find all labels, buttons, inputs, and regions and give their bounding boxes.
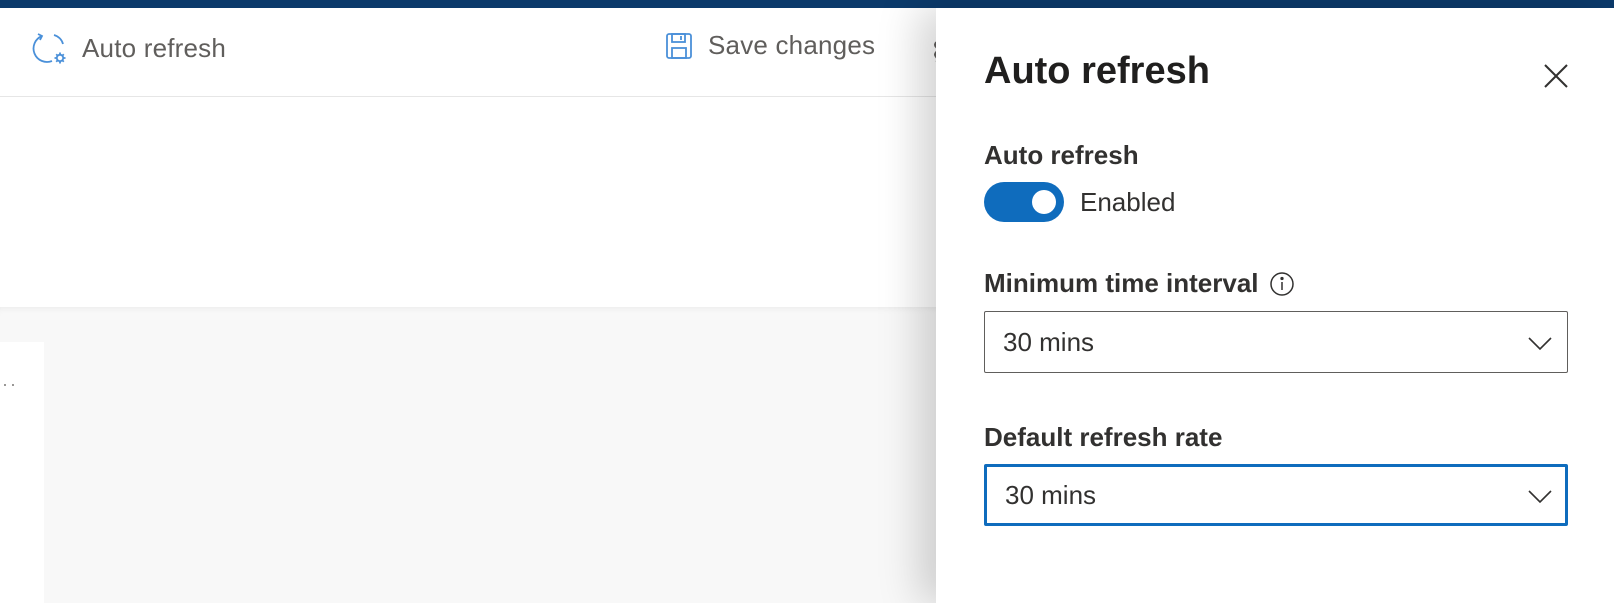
close-icon xyxy=(1542,62,1570,90)
default-rate-value: 30 mins xyxy=(1005,479,1097,510)
toggle-knob xyxy=(1032,190,1056,214)
auto-refresh-field-label: Auto refresh xyxy=(984,140,1139,170)
more-options-icon[interactable]: ·· xyxy=(2,374,18,395)
close-button[interactable] xyxy=(1540,60,1572,92)
auto-refresh-toggle[interactable] xyxy=(984,182,1064,222)
chevron-down-icon xyxy=(1527,483,1553,509)
chevron-down-icon xyxy=(1527,330,1553,356)
info-icon[interactable] xyxy=(1269,271,1295,297)
panel-title: Auto refresh xyxy=(984,50,1210,92)
save-changes-label: Save changes xyxy=(708,30,876,60)
min-interval-label-row: Minimum time interval xyxy=(984,268,1295,299)
min-interval-label: Minimum time interval xyxy=(984,268,1259,298)
default-rate-label: Default refresh rate xyxy=(984,422,1223,452)
app-top-bar xyxy=(0,0,1614,8)
save-changes-button[interactable]: Save changes xyxy=(664,30,875,61)
auto-refresh-toggle-row: Enabled xyxy=(984,182,1175,222)
toggle-state-text: Enabled xyxy=(1080,186,1176,217)
auto-refresh-button[interactable]: Auto refresh xyxy=(32,30,226,66)
min-interval-dropdown[interactable]: 30 mins xyxy=(984,311,1568,373)
save-icon xyxy=(664,31,694,61)
auto-refresh-label: Auto refresh xyxy=(82,32,227,63)
refresh-gear-icon xyxy=(32,30,68,66)
min-interval-value: 30 mins xyxy=(1003,326,1095,357)
auto-refresh-panel: Auto refresh Auto refresh Enabled Minimu… xyxy=(936,8,1614,603)
default-rate-dropdown[interactable]: 30 mins xyxy=(984,464,1568,526)
